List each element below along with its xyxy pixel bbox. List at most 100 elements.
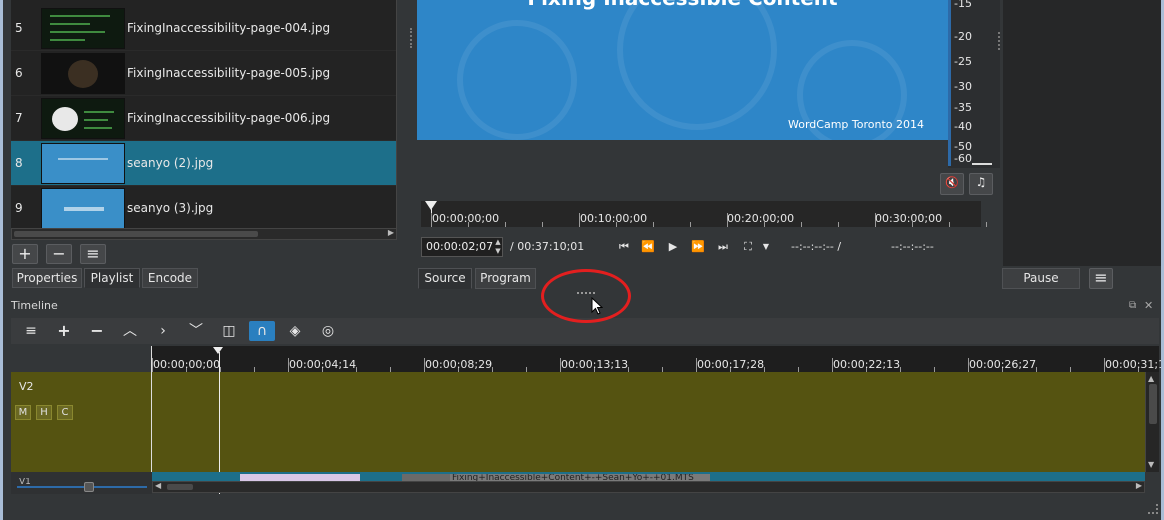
jobs-menu-button[interactable]: ≡ (1089, 268, 1113, 289)
scroll-thumb[interactable] (14, 231, 258, 237)
tab-playlist[interactable]: Playlist (84, 268, 140, 288)
meter-label: -25 (954, 55, 972, 68)
timeline-menu-icon[interactable]: ≡ (18, 321, 44, 341)
ruler-tick (949, 222, 950, 227)
playlist-panel: 5 FixingInaccessibility-page-004.jpg 6 F… (11, 0, 397, 228)
lift-icon[interactable]: ︿ (117, 321, 143, 341)
timecode-input[interactable]: 00:00:02;07 (421, 237, 503, 257)
splitter-handle[interactable] (998, 32, 1002, 50)
timeline-vertical-scrollbar[interactable]: ▲ ▼ (1145, 372, 1159, 472)
playhead-icon[interactable] (213, 347, 223, 354)
track-header-v1[interactable]: V1 (11, 472, 152, 494)
float-dock-icon[interactable]: ⧉ (1129, 300, 1136, 311)
scroll-up-arrow-icon[interactable]: ▲ (1148, 374, 1154, 383)
timeline-title: Timeline (11, 299, 58, 312)
tab-program[interactable]: Program (475, 268, 536, 289)
playlist-row-5[interactable]: 5 FixingInaccessibility-page-004.jpg (11, 6, 397, 51)
audio-peak-icon[interactable]: ♫ (969, 173, 993, 195)
audio-meter: -15 -20 -25 -30 -35 -40 -50 -60 (948, 0, 1000, 168)
scroll-right-arrow-icon[interactable]: ▶ (388, 228, 394, 237)
resize-grip-icon[interactable] (1148, 504, 1158, 514)
ruler-label: 00:00:31;12 (1105, 358, 1161, 371)
right-panel (1003, 0, 1161, 266)
chevron-down-icon[interactable]: ﹀ (183, 321, 209, 341)
row-number: 5 (15, 21, 23, 35)
scroll-right-arrow-icon[interactable]: ▶ (1136, 481, 1142, 490)
skip-to-start-icon[interactable]: ⏮ (615, 239, 633, 255)
annotation-ellipse (541, 269, 631, 323)
scroll-down-arrow-icon[interactable]: ▼ (1148, 460, 1154, 469)
playlist-row-6[interactable]: 6 FixingInaccessibility-page-005.jpg (11, 51, 397, 96)
clip-name: FixingInaccessibility-page-005.jpg (127, 66, 331, 80)
tab-encode[interactable]: Encode (142, 268, 198, 288)
track-header-v2[interactable]: V2 M H C (11, 372, 152, 472)
overwrite-icon[interactable]: › (150, 321, 176, 341)
playlist-remove-button[interactable]: − (46, 244, 72, 264)
play-icon[interactable]: ▶ (664, 239, 682, 255)
timecode-spinner-icon[interactable]: ▲ ▼ (492, 238, 504, 256)
meter-label: -60 (954, 152, 972, 165)
slide-title: Fixing Inaccessible Content (417, 0, 948, 10)
ruler-tick (653, 222, 654, 227)
skip-to-end-icon[interactable]: ⏭ (714, 239, 732, 255)
append-icon[interactable]: + (51, 321, 77, 341)
meter-label: -35 (954, 101, 972, 114)
rewind-icon[interactable]: ⏪ (639, 239, 657, 255)
zoom-slider-track[interactable] (17, 486, 147, 488)
ruler-label: 00:00:00;00 (432, 212, 500, 225)
mute-track-button[interactable]: M (15, 405, 31, 420)
ruler-label: 00:00:22;13 (833, 358, 901, 371)
tab-properties[interactable]: Properties (12, 268, 82, 288)
playlist-horizontal-scrollbar[interactable]: ▶ (11, 228, 397, 240)
snap-magnet-icon[interactable]: ∩ (249, 321, 275, 341)
clip-name: seanyo (3).jpg (127, 201, 214, 215)
composite-track-button[interactable]: C (57, 405, 73, 420)
split-icon[interactable]: ◫ (216, 321, 242, 341)
playlist-row-7[interactable]: 7 FixingInaccessibility-page-006.jpg (11, 96, 397, 141)
clip-thumbnail (41, 53, 125, 94)
remove-icon[interactable]: − (84, 321, 110, 341)
tab-source[interactable]: Source (418, 268, 472, 289)
ruler-tick (690, 222, 691, 227)
video-preview[interactable]: Fixing Inaccessible Content WordCamp Tor… (417, 0, 948, 140)
scroll-thumb[interactable] (167, 484, 193, 490)
row-number: 9 (15, 201, 23, 215)
clip-thumbnail (41, 143, 125, 184)
in-point-label: --:--:--:-- / (791, 240, 842, 253)
close-icon[interactable]: ✕ (1144, 299, 1153, 312)
viewer-ruler[interactable]: 00:00:00;00 00:10:00;00 00:20:00;00 00:3… (421, 201, 987, 227)
meter-label: -20 (954, 30, 972, 43)
fast-forward-icon[interactable]: ⏩ (689, 239, 707, 255)
playlist-menu-button[interactable]: ≡ (80, 244, 106, 264)
scroll-thumb[interactable] (1149, 384, 1157, 424)
chevron-down-icon[interactable]: ▼ (757, 239, 775, 255)
hide-track-button[interactable]: H (36, 405, 52, 420)
scroll-left-arrow-icon[interactable]: ◀ (155, 481, 161, 490)
timeline-ruler[interactable]: 00:00:00;00 00:00:04;14 00:00:08;29 00:0… (152, 346, 1161, 372)
track-v2-area[interactable] (152, 372, 1145, 472)
pause-button[interactable]: Pause (1002, 268, 1080, 289)
meter-label: -40 (954, 120, 972, 133)
mute-audio-icon[interactable]: 🔇 (940, 173, 964, 195)
ruler-label: 00:00:04;14 (289, 358, 357, 371)
timeline-horizontal-scrollbar[interactable]: ◀ ▶ (152, 481, 1145, 493)
zoom-fit-icon[interactable]: ⛶ (739, 239, 757, 255)
ripple-icon[interactable]: ◎ (315, 321, 341, 341)
splitter-handle[interactable] (410, 28, 414, 48)
clip-name: seanyo (2).jpg (127, 156, 214, 170)
ruler-tick (838, 222, 839, 227)
zoom-slider-handle[interactable] (84, 482, 94, 492)
clip-thumbnail (41, 188, 125, 228)
ruler-tick (801, 222, 802, 227)
ruler-tick (505, 222, 506, 227)
ruler-label: 00:00:00;00 (153, 358, 221, 371)
out-point-label: --:--:--:-- (891, 240, 934, 253)
playlist-row-9[interactable]: 9 seanyo (3).jpg (11, 186, 397, 228)
ruler-tick (986, 222, 987, 227)
playlist-add-button[interactable]: + (12, 244, 38, 264)
scrub-icon[interactable]: ◈ (282, 321, 308, 341)
track-name: V2 (19, 380, 34, 393)
clip-name: FixingInaccessibility-page-004.jpg (127, 21, 331, 35)
playlist-vertical-scrollbar[interactable]: ▼ (396, 0, 397, 228)
playlist-row-8[interactable]: 8 seanyo (2).jpg (11, 141, 397, 186)
